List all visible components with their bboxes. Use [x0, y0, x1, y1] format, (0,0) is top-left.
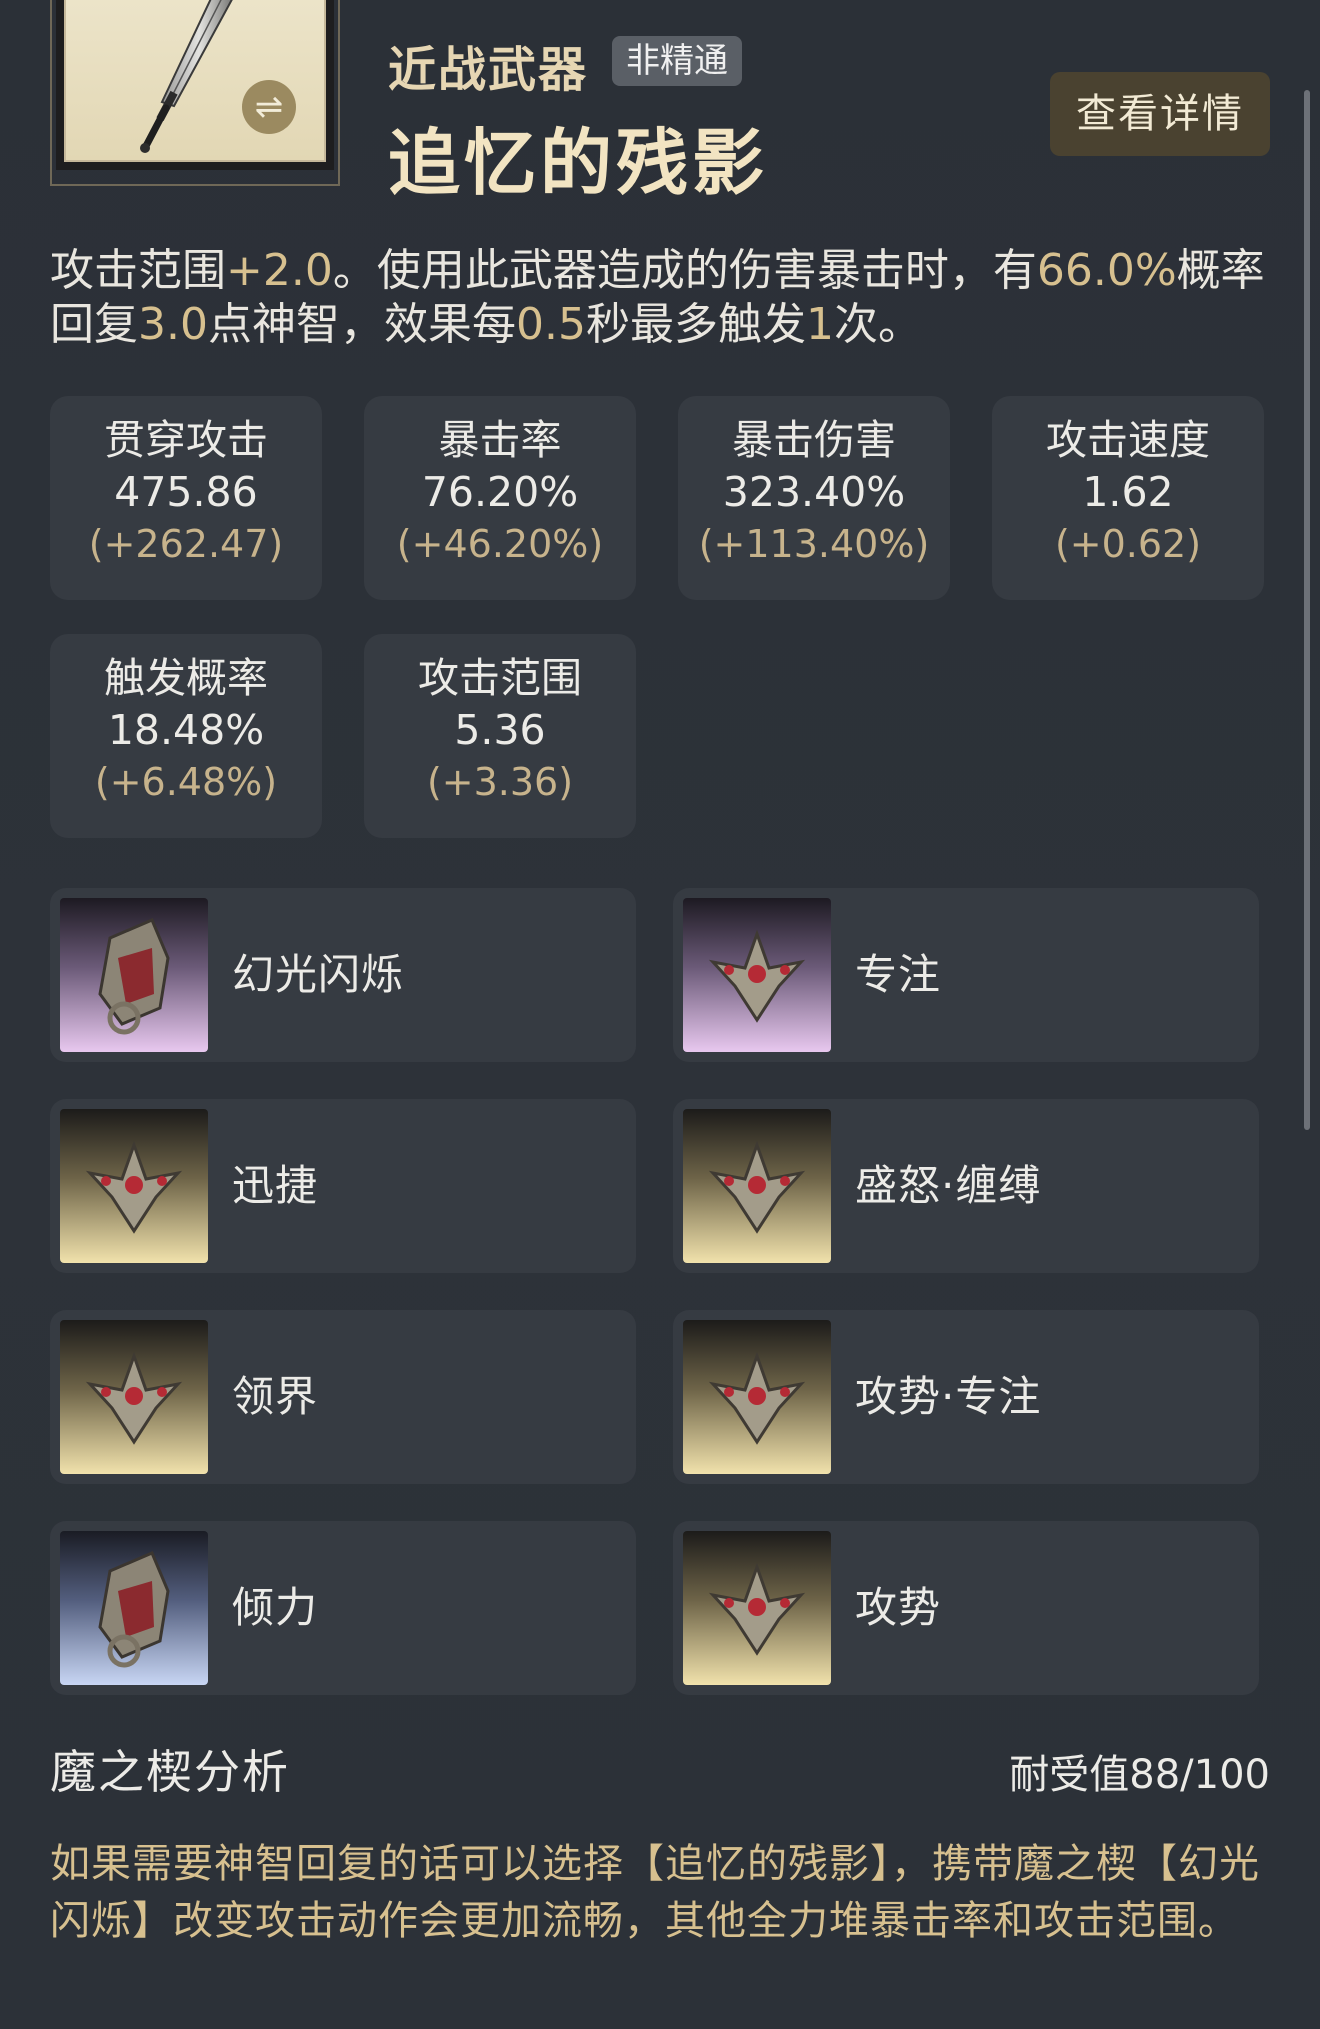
scrollbar[interactable] — [1304, 90, 1310, 1130]
crest-icon — [60, 1109, 208, 1263]
desc-text-2: 。使用此武器造成的伤害暴击时，有 — [332, 245, 1037, 296]
desc-value-range: +2.0 — [226, 245, 333, 296]
skill-name: 倾力 — [232, 1583, 319, 1632]
desc-value-chance: 66.0% — [1036, 245, 1177, 296]
skill-card-focus[interactable]: 专注 — [673, 888, 1259, 1062]
stat-card-pierce-attack: 贯穿攻击 475.86 (+262.47) — [50, 396, 322, 600]
stat-card-attack-range: 攻击范围 5.36 (+3.36) — [364, 634, 636, 838]
crest-icon — [683, 1531, 831, 1685]
skill-name: 领界 — [232, 1372, 319, 1421]
analysis-text: 如果需要神智回复的话可以选择【追忆的残影】，携带魔之楔【幻光闪烁】改变攻击动作会… — [50, 1841, 1260, 1944]
stat-label: 暴击率 — [438, 416, 562, 464]
stat-card-crit-damage: 暴击伤害 323.40% (+113.40%) — [678, 396, 950, 600]
stat-bonus: (+0.62) — [1054, 522, 1202, 566]
weapon-header: ⇌ 近战武器 非精通 追忆的残影 查看详情 — [0, 0, 1320, 210]
desc-value-sanity: 3.0 — [138, 299, 208, 350]
skill-card-phantom-flash[interactable]: 幻光闪烁 — [50, 888, 636, 1062]
desc-text-1: 攻击范围 — [50, 245, 226, 296]
weapon-type: 近战武器 — [388, 42, 589, 98]
skill-name: 幻光闪烁 — [232, 950, 405, 999]
crest-icon — [683, 1109, 831, 1263]
desc-text-4: 点神智，效果每 — [207, 299, 516, 350]
weapon-name: 追忆的残影 — [388, 121, 769, 205]
stat-value: 323.40% — [722, 468, 906, 516]
skill-name: 迅捷 — [232, 1161, 319, 1210]
mask-icon — [60, 898, 208, 1052]
crest-icon — [683, 1320, 831, 1474]
stat-value: 1.62 — [1082, 468, 1174, 516]
mastery-badge: 非精通 — [612, 36, 742, 86]
weapon-thumbnail[interactable]: ⇌ — [50, 0, 340, 186]
stat-value: 18.48% — [107, 706, 265, 754]
crest-icon — [683, 898, 831, 1052]
skill-name: 盛怒·缠缚 — [855, 1161, 1042, 1210]
stat-value: 76.20% — [421, 468, 579, 516]
skill-name: 攻势·专注 — [855, 1372, 1042, 1421]
thumbnail-frame: ⇌ — [56, 0, 334, 170]
stat-label: 暴击伤害 — [732, 416, 896, 464]
skill-card-rage-bind[interactable]: 盛怒·缠缚 — [673, 1099, 1259, 1273]
weapon-image: ⇌ — [64, 0, 326, 162]
stat-bonus: (+6.48%) — [94, 760, 278, 804]
dagger-icon — [140, 0, 233, 153]
view-details-button[interactable]: 查看详情 — [1050, 72, 1270, 156]
stat-bonus: (+262.47) — [88, 522, 284, 566]
skill-card-domain[interactable]: 领界 — [50, 1310, 636, 1484]
desc-text-5: 秒最多触发 — [585, 299, 806, 350]
stat-value: 475.86 — [114, 468, 258, 516]
stat-card-attack-speed: 攻击速度 1.62 (+0.62) — [992, 396, 1264, 600]
stat-label: 攻击速度 — [1046, 416, 1210, 464]
stat-value: 5.36 — [454, 706, 546, 754]
page: ⇌ 近战武器 非精通 追忆的残影 查看详情 攻击范围+2.0。使用此武器造成的伤… — [0, 0, 1320, 2029]
stat-card-trigger-chance: 触发概率 18.48% (+6.48%) — [50, 634, 322, 838]
skill-card-full-force[interactable]: 倾力 — [50, 1521, 636, 1695]
stat-label: 攻击范围 — [418, 654, 582, 702]
desc-value-interval: 0.5 — [515, 299, 586, 350]
weapon-description: 攻击范围+2.0。使用此武器造成的伤害暴击时，有66.0%概率回复3.0点神智，… — [50, 244, 1270, 352]
desc-value-count: 1 — [805, 299, 834, 350]
skill-name: 专注 — [855, 950, 942, 999]
mask-icon — [60, 1531, 208, 1685]
skill-card-offense[interactable]: 攻势 — [673, 1521, 1259, 1695]
skill-card-swift[interactable]: 迅捷 — [50, 1099, 636, 1273]
durability-value: 耐受值88/100 — [1009, 1752, 1270, 1798]
stat-bonus: (+46.20%) — [396, 522, 604, 566]
crest-icon — [60, 1320, 208, 1474]
stat-label: 触发概率 — [104, 654, 268, 702]
stat-bonus: (+113.40%) — [698, 522, 930, 566]
analysis-title: 魔之楔分析 — [46, 1736, 290, 1804]
stat-label: 贯穿攻击 — [104, 416, 268, 464]
stat-bonus: (+3.36) — [426, 760, 574, 804]
stat-card-crit-rate: 暴击率 76.20% (+46.20%) — [364, 396, 636, 600]
desc-text-6: 次。 — [833, 299, 922, 350]
swap-icon[interactable]: ⇌ — [242, 80, 296, 134]
skill-card-offense-focus[interactable]: 攻势·专注 — [673, 1310, 1259, 1484]
skill-name: 攻势 — [855, 1583, 942, 1632]
